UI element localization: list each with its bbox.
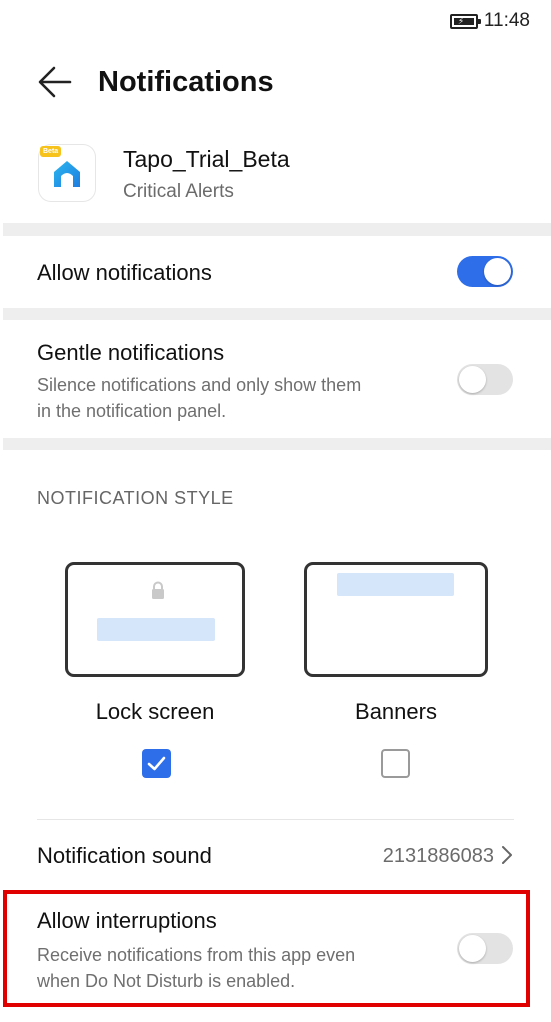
chevron-right-icon	[502, 846, 512, 864]
back-button[interactable]	[36, 62, 76, 102]
banners-label: Banners	[355, 699, 437, 724]
allow-notifications-label: Allow notifications	[37, 260, 212, 285]
lock-screen-notification-bar	[97, 618, 215, 641]
section-divider	[3, 308, 551, 320]
beta-badge: Beta	[40, 146, 62, 157]
lock-screen-label: Lock screen	[95, 699, 215, 724]
lock-icon	[152, 581, 164, 599]
gentle-notifications-row[interactable]: Gentle notifications Silence notificatio…	[0, 320, 551, 438]
gentle-notifications-label: Gentle notifications	[37, 340, 225, 365]
tapo-app-icon: Beta	[39, 145, 95, 201]
page-title: Notifications	[98, 66, 274, 98]
gentle-notifications-toggle[interactable]	[457, 364, 513, 395]
app-subtitle: Critical Alerts	[123, 181, 234, 202]
notification-style-heading: NOTIFICATION STYLE	[37, 488, 234, 508]
lock-screen-checkbox[interactable]	[142, 749, 171, 778]
battery-charging-icon: ⚡	[449, 13, 481, 29]
banners-preview[interactable]	[304, 562, 488, 677]
allow-notifications-toggle[interactable]	[457, 256, 513, 287]
allow-notifications-row[interactable]: Allow notifications	[0, 236, 551, 308]
section-divider	[3, 438, 551, 450]
gentle-notifications-description: Silence notifications and only show them…	[37, 375, 362, 421]
app-name: Tapo_Trial_Beta	[123, 146, 290, 172]
arrow-left-icon	[38, 66, 72, 98]
status-time: 11:48	[483, 10, 530, 31]
status-bar: ⚡ 11:48	[449, 10, 530, 32]
banners-checkbox[interactable]	[381, 749, 410, 778]
notification-sound-value: 2131886083	[382, 845, 494, 867]
divider-line	[37, 819, 514, 820]
lock-screen-preview[interactable]	[65, 562, 245, 677]
banner-notification-bar	[337, 573, 454, 596]
highlight-box	[3, 890, 530, 1007]
checkmark-icon	[147, 756, 166, 771]
section-divider	[3, 223, 551, 236]
notification-sound-label: Notification sound	[37, 843, 212, 868]
